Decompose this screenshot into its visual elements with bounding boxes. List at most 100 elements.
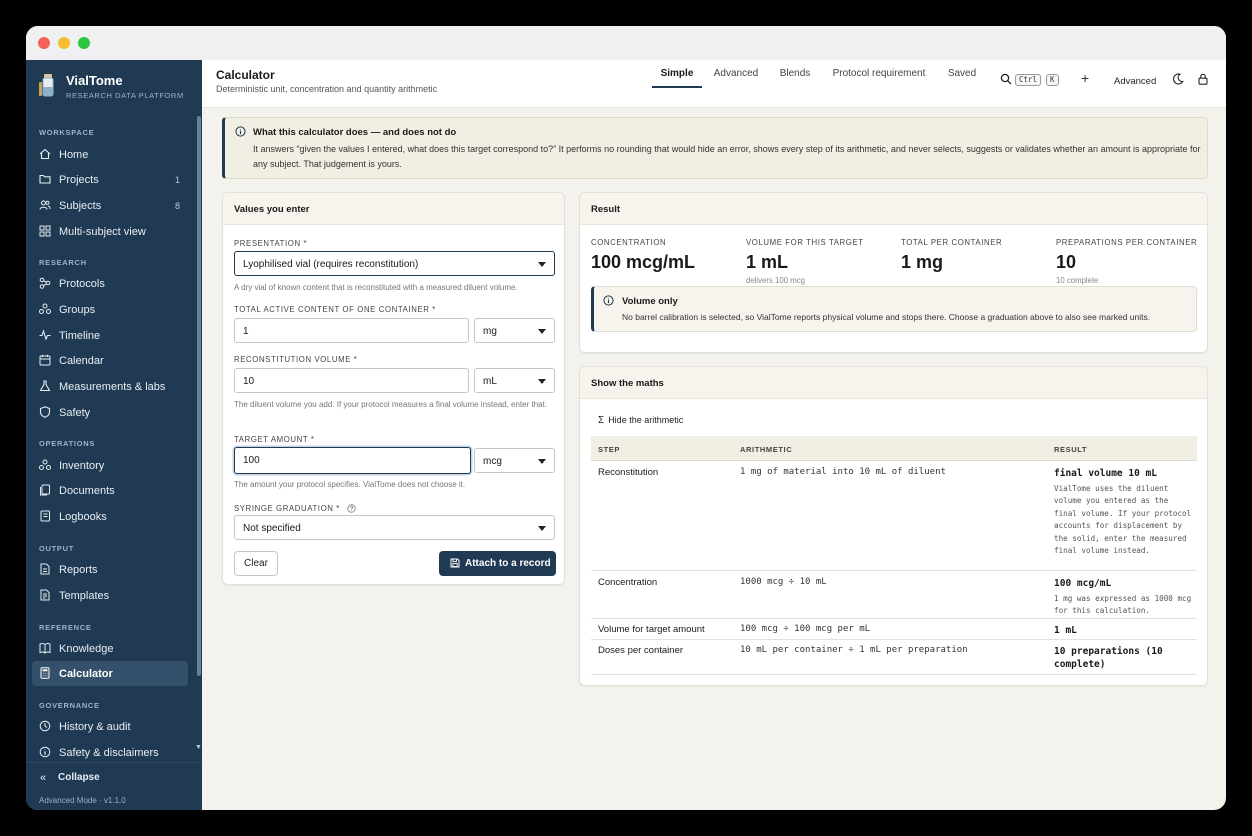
inventory-icon [39,459,51,470]
preparations-label: PREPARATIONS PER CONTAINER [1056,238,1198,247]
tab-protocol-requirement[interactable]: Protocol requirement [828,68,930,88]
tab-simple[interactable]: Simple [652,68,702,88]
lock-icon[interactable] [1197,73,1209,85]
reconstitution-input[interactable]: 10 [234,368,469,393]
sidebar-item-inventory[interactable]: Inventory [32,453,188,478]
reconstitution-label: RECONSTITUTION VOLUME * [234,355,358,364]
syringe-select[interactable]: Not specified [234,515,555,540]
reconstitution-help: The diluent volume you add. If your prot… [234,400,548,409]
mode-toggle-button[interactable]: Advanced [1114,76,1156,87]
sidebar-item-label: Projects [59,174,99,186]
reconstitution-value: 10 [243,376,255,387]
hide-arithmetic-toggle[interactable]: Σ Hide the arithmetic [598,415,683,426]
sidebar-item-templates[interactable]: Templates [32,583,188,608]
reconstitution-unit-value: mL [483,376,497,387]
note-title: Volume only [622,296,678,307]
book-icon [39,643,51,654]
search-icon[interactable] [1000,73,1012,85]
total-value: 1 mg [901,252,944,272]
sidebar-item-label: Templates [59,590,110,602]
step-cell: Doses per container [598,645,684,656]
sidebar-item-reports[interactable]: Reports [32,557,188,582]
sidebar-item-label: History & audit [59,721,131,733]
tab-blends[interactable]: Blends [772,68,818,88]
collapse-button[interactable]: Collapse [58,772,100,783]
flask-icon [39,380,51,392]
sidebar-item-multi-subject-view[interactable]: Multi-subject view [32,219,188,244]
chevron-down-icon [538,329,546,334]
target-input[interactable]: 100 [234,447,471,474]
content-unit-select[interactable]: mg [474,318,555,343]
sidebar-item-protocols[interactable]: Protocols [32,271,188,296]
sidebar-item-documents[interactable]: Documents [32,478,188,503]
tab-saved[interactable]: Saved [940,68,984,88]
page-title: Calculator [216,68,275,82]
kbd-ctrl: Ctrl [1015,74,1042,86]
content-input[interactable]: 1 [234,318,469,343]
reconstitution-unit-select[interactable]: mL [474,368,555,393]
arithmetic-cell: 100 mcg ÷ 100 mcg per mL [740,624,871,634]
sidebar-item-projects[interactable]: Projects 1 [32,167,188,192]
sidebar-item-label: Protocols [59,278,105,290]
card-header: Result [580,193,1207,225]
table-row: Volume for target amount 100 mcg ÷ 100 m… [591,619,1197,640]
step-cell: Reconstitution [598,467,659,478]
sidebar-item-calendar[interactable]: Calendar [32,348,188,373]
card-header: Show the maths [580,367,1207,399]
zoom-window-button[interactable] [78,37,90,49]
tab-advanced[interactable]: Advanced [710,68,762,88]
card-title: Show the maths [591,378,664,389]
column-header-arithmetic: ARITHMETIC [740,445,793,454]
syringe-label-text: SYRINGE GRADUATION * [234,504,340,513]
sidebar: VialTome RESEARCH DATA PLATFORM WORKSPAC… [26,60,202,810]
reports-icon [40,563,50,575]
sidebar-item-history-audit[interactable]: History & audit [32,714,188,739]
result-cell: 10 preparations (10 complete) [1054,646,1163,670]
sidebar-item-timeline[interactable]: Timeline [32,323,188,348]
close-window-button[interactable] [38,37,50,49]
sidebar-item-home[interactable]: Home [32,142,188,167]
target-label: TARGET AMOUNT * [234,435,315,444]
scroll-down-arrow-icon[interactable]: ▼ [195,744,202,751]
moon-icon[interactable] [1172,73,1184,85]
sidebar-item-safety[interactable]: Safety [32,400,188,425]
sidebar-item-label: Knowledge [59,643,114,655]
collapse-area: « Collapse Advanced Mode · v1.1.0 [26,762,202,810]
info-icon [39,746,51,758]
home-icon [39,148,51,160]
history-icon [39,720,51,732]
result-cell: 1 mL [1054,625,1077,636]
table-row: Doses per container 10 mL per container … [591,640,1197,675]
target-help: The amount your protocol specifies. Vial… [234,480,466,489]
attach-to-record-button[interactable]: Attach to a record [439,551,556,576]
content-value: 1 [243,326,249,337]
sidebar-item-groups[interactable]: Groups [32,297,188,322]
sigma-icon: Σ [598,415,605,426]
info-banner: What this calculator does — and does not… [222,117,1208,179]
sidebar-scrollbar[interactable] [197,116,201,676]
table-row: Concentration 1000 mcg ÷ 10 mL 100 mcg/m… [591,571,1197,619]
sidebar-item-knowledge[interactable]: Knowledge [32,636,188,661]
clear-button[interactable]: Clear [234,551,278,576]
card-title: Values you enter [234,204,310,215]
app-window: VialTome RESEARCH DATA PLATFORM WORKSPAC… [26,26,1226,810]
help-circle-icon[interactable] [346,504,356,513]
sidebar-item-subjects[interactable]: Subjects 8 [32,193,188,218]
sidebar-item-label: Inventory [59,460,105,472]
minimize-window-button[interactable] [58,37,70,49]
sidebar-item-label: Documents [59,485,115,497]
chevron-down-icon [538,526,546,531]
section-label-reference: REFERENCE [39,623,92,632]
add-button[interactable]: + [1081,70,1089,86]
banner-title: What this calculator does — and does not… [253,127,457,138]
sidebar-item-measurements-labs[interactable]: Measurements & labs [32,374,188,399]
step-cell: Concentration [598,577,658,588]
users-icon [39,200,51,210]
sidebar-item-logbooks[interactable]: Logbooks [32,504,188,529]
active-tab-indicator [652,86,702,88]
card-title: Result [591,204,621,215]
presentation-select[interactable]: Lyophilised vial (requires reconstitutio… [234,251,555,276]
target-unit-select[interactable]: mcg [474,448,555,473]
sidebar-item-calculator[interactable]: Calculator [32,661,188,686]
groups-icon [39,303,51,314]
